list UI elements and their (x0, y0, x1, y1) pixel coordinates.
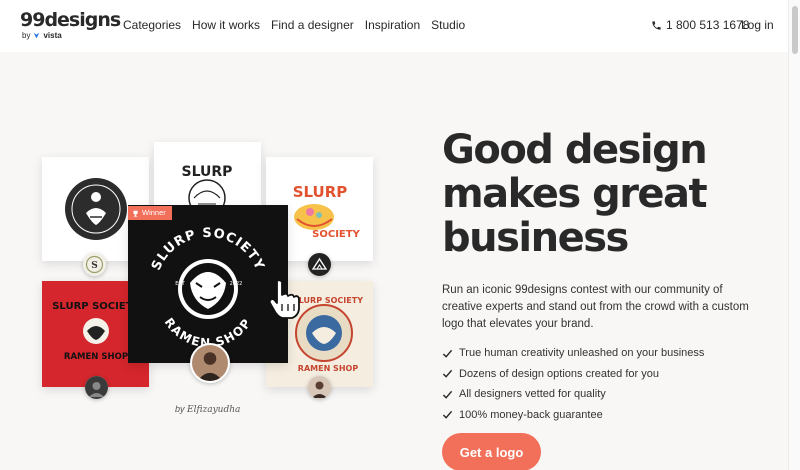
designer-avatar-1[interactable]: S (83, 253, 106, 276)
designer-avatar-4[interactable] (85, 376, 108, 399)
benefit-item: True human creativity unleashed on your … (442, 343, 704, 364)
byline-designer-name[interactable]: Elfizayudha (187, 405, 240, 415)
nav-item-how-it-works[interactable]: How it works (192, 18, 260, 32)
society-text: SOCIETY (312, 229, 360, 240)
woman-avatar-image (308, 376, 331, 399)
site-header: 99designs by vista Categories How it wor… (0, 0, 800, 52)
benefit-text: True human creativity unleashed on your … (459, 347, 705, 360)
featured-est-text: EST (175, 281, 185, 287)
benefits-list: True human creativity unleashed on your … (442, 343, 704, 425)
phone-number: 1 800 513 1678 (666, 18, 750, 32)
benefit-item: 100% money-back guarantee (442, 405, 704, 426)
headline-line-1: Good design (442, 127, 708, 173)
seal-avatar-image: S (83, 253, 106, 276)
phone-icon (652, 20, 661, 30)
nav-item-find-a-designer[interactable]: Find a designer (271, 18, 354, 32)
login-link[interactable]: Log in (741, 18, 774, 32)
brand-byline: by vista (22, 31, 62, 40)
brand-partner: vista (43, 31, 62, 40)
nav-item-inspiration[interactable]: Inspiration (365, 18, 420, 32)
check-icon (442, 411, 453, 420)
benefit-text: All designers vetted for quality (459, 388, 606, 401)
featured-slurp-society-logo: SLURP SOCIETY RAMEN SHOP EST 2022 (128, 205, 288, 363)
winner-badge: Winner (128, 206, 172, 220)
dark-avatar-image (85, 376, 108, 399)
featured-winner-card[interactable]: SLURP SOCIETY RAMEN SHOP EST 2022 (128, 205, 288, 363)
check-icon (442, 390, 453, 399)
nav-item-studio[interactable]: Studio (431, 18, 465, 32)
ramen-shop-text: RAMEN SHOP (298, 364, 359, 373)
benefit-item: Dozens of design options created for you (442, 364, 704, 385)
featured-designer-photo (192, 345, 228, 381)
winner-badge-label: Winner (142, 208, 166, 217)
headline-line-2: makes great (442, 171, 708, 217)
designer-byline: by Elfizayudha (175, 404, 240, 415)
benefit-item: All designers vetted for quality (442, 384, 704, 405)
benefit-text: Dozens of design options created for you (459, 367, 659, 380)
nav-item-categories[interactable]: Categories (123, 18, 181, 32)
featured-year-text: 2022 (230, 281, 243, 287)
check-icon (442, 370, 453, 379)
svg-text:S: S (91, 261, 98, 271)
hero-headline: Good design makes great business (442, 128, 782, 260)
designer-avatar-3[interactable] (308, 253, 331, 276)
benefit-text: 100% money-back guarantee (459, 408, 603, 421)
main-nav: Categories How it works Find a designer … (123, 18, 465, 32)
headline-line-3: business (442, 215, 629, 261)
slurp-text: SLURP (293, 183, 348, 201)
hero-subtext: Run an iconic 99designs contest with our… (442, 284, 749, 330)
brand-logo[interactable]: 99designs by vista (20, 9, 121, 44)
hand-cursor-icon (268, 279, 300, 319)
vista-mark-icon (34, 32, 40, 39)
ramen-shop-text: RAMEN SHOP (64, 352, 128, 362)
brand-wordmark: 99designs (20, 9, 121, 31)
trophy-icon (133, 210, 138, 217)
brand-by-text: by (22, 31, 31, 40)
get-a-logo-button[interactable]: Get a logo (442, 433, 541, 470)
byline-prefix: by (175, 404, 185, 414)
designer-avatar-5[interactable] (308, 376, 331, 399)
check-icon (442, 349, 453, 358)
slurp-society-text: SLURP SOCIETY (293, 296, 363, 305)
page-scrollbar[interactable] (788, 0, 800, 470)
scrollbar-thumb[interactable] (792, 6, 798, 54)
phone-link[interactable]: 1 800 513 1678 (651, 18, 749, 32)
slurp-text: SLURP (182, 164, 233, 180)
featured-designer-avatar[interactable] (190, 343, 230, 383)
mountain-avatar-image (308, 253, 331, 276)
